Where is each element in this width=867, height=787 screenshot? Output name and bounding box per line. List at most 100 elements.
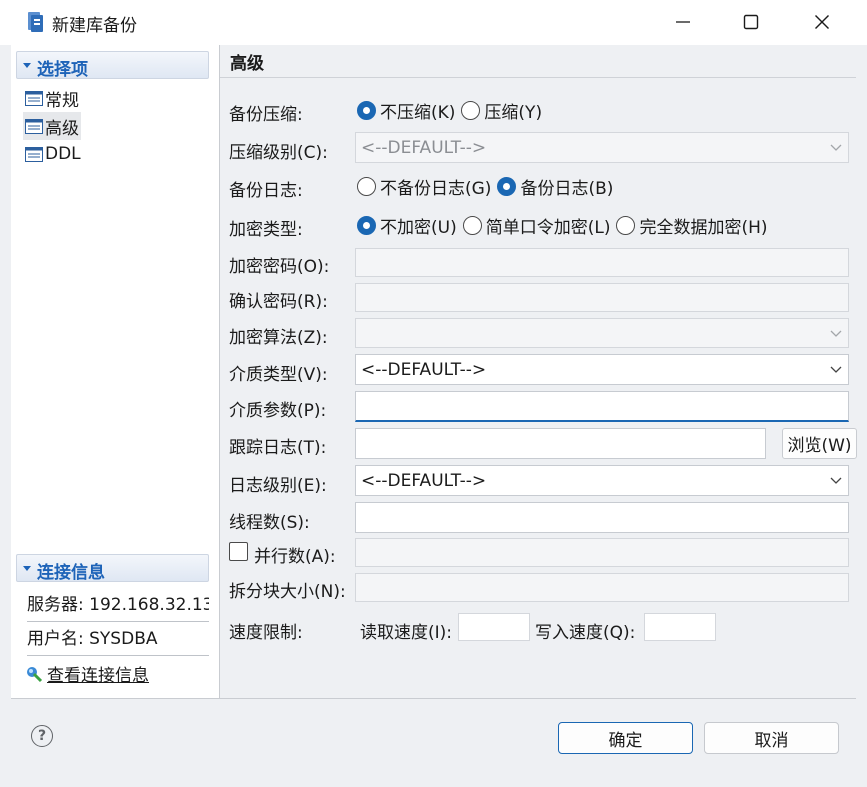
- window-title: 新建库备份: [52, 16, 137, 36]
- connection-section-header[interactable]: 连接信息: [16, 554, 209, 583]
- nav-item-label: 常规: [45, 90, 79, 111]
- radio-selected-icon: [497, 176, 517, 196]
- title-divider: [220, 77, 856, 78]
- chevron-down-icon: [830, 330, 842, 337]
- dialog-client-area: 选择项 常规 高级 DDL 连接信息 服务器: 192.168.32.13 用户…: [11, 45, 857, 775]
- view-connection-link-label: 查看连接信息: [47, 666, 149, 686]
- connection-header-label: 连接信息: [37, 563, 105, 583]
- maximize-button[interactable]: [728, 4, 774, 40]
- media-type-value: <--DEFAULT-->: [361, 360, 487, 380]
- media-params-label: 介质参数(P):: [229, 401, 327, 421]
- minimize-button[interactable]: [660, 4, 706, 40]
- radio-label: 不备份日志(G): [380, 178, 492, 199]
- connection-info-icon: [27, 666, 43, 682]
- ok-button[interactable]: 确定: [558, 722, 693, 754]
- radio-label: 不加密(U): [380, 217, 457, 238]
- user-info: 用户名: SYSDBA: [27, 622, 209, 656]
- media-type-select[interactable]: <--DEFAULT-->: [355, 354, 849, 385]
- split-size-input[interactable]: [355, 573, 849, 602]
- radio-full-encrypt[interactable]: 完全数据加密(H): [616, 213, 768, 238]
- radio-label: 完全数据加密(H): [639, 217, 768, 238]
- threads-input[interactable]: [355, 502, 849, 533]
- radio-simple-encrypt[interactable]: 简单口令加密(L): [462, 213, 611, 238]
- browse-button[interactable]: 浏览(W): [782, 428, 857, 459]
- dialog-window: 新建库备份 选择项 常规 高级 DDL 连接信息 服务器: 192.168.32…: [0, 0, 867, 787]
- speed-limit-label: 速度限制:: [229, 623, 303, 643]
- radio-unselected-icon: [462, 215, 482, 235]
- collapse-triangle-icon: [23, 63, 31, 68]
- media-type-label: 介质类型(V):: [229, 365, 328, 385]
- encrypt-password-label: 加密密码(O):: [229, 257, 330, 277]
- advanced-options-panel: 高级 备份压缩: 不压缩(K) 压缩(Y) 压缩级别(C): <--DEFAUL…: [220, 45, 857, 698]
- options-header-label: 选择项: [37, 60, 88, 80]
- log-level-label: 日志级别(E):: [229, 476, 327, 496]
- nav-item-advanced[interactable]: 高级: [23, 112, 81, 140]
- read-speed-label: 读取速度(I):: [360, 623, 453, 643]
- radio-no-encrypt[interactable]: 不加密(U): [357, 213, 457, 238]
- encrypt-algorithm-label: 加密算法(Z):: [229, 328, 328, 348]
- page-icon: [25, 146, 43, 162]
- parallel-checkbox[interactable]: [229, 542, 248, 561]
- radio-unselected-icon: [616, 215, 636, 235]
- view-connection-link[interactable]: 查看连接信息: [25, 661, 149, 686]
- backup-log-label: 备份日志:: [229, 181, 303, 201]
- radio-label: 备份日志(B): [520, 178, 614, 199]
- compress-level-label: 压缩级别(C):: [229, 143, 328, 163]
- radio-selected-icon: [357, 215, 376, 235]
- radio-unselected-icon: [461, 100, 481, 120]
- radio-backup-log[interactable]: 备份日志(B): [497, 174, 613, 199]
- left-panel: 选择项 常规 高级 DDL 连接信息 服务器: 192.168.32.13 用户…: [11, 45, 220, 698]
- confirm-password-field[interactable]: [355, 283, 849, 312]
- close-button[interactable]: [799, 4, 845, 40]
- database-backup-icon: [28, 12, 43, 32]
- nav-item-general[interactable]: 常规: [23, 84, 81, 112]
- split-size-label: 拆分块大小(N):: [229, 582, 346, 602]
- radio-selected-icon: [357, 100, 376, 120]
- compress-label: 备份压缩:: [229, 105, 303, 125]
- chevron-down-icon: [830, 144, 842, 151]
- radio-label: 简单口令加密(L): [485, 217, 611, 238]
- radio-label: 不压缩(K): [380, 102, 456, 123]
- chevron-down-icon: [830, 477, 842, 484]
- radio-no-compress[interactable]: 不压缩(K): [357, 98, 455, 123]
- options-section-header[interactable]: 选择项: [16, 51, 209, 80]
- cancel-button[interactable]: 取消: [704, 722, 839, 754]
- encrypt-password-field[interactable]: [355, 248, 849, 277]
- media-params-input[interactable]: [355, 391, 849, 422]
- chevron-down-icon: [830, 366, 842, 373]
- close-icon: [815, 15, 829, 29]
- threads-label: 线程数(S):: [229, 513, 310, 533]
- parallel-input[interactable]: [355, 538, 849, 567]
- nav-item-label: DDL: [45, 144, 81, 164]
- encrypt-type-radio-group: 不加密(U) 简单口令加密(L) 完全数据加密(H): [357, 211, 774, 239]
- trace-log-input[interactable]: [355, 428, 766, 459]
- trace-log-label: 跟踪日志(T):: [229, 438, 327, 458]
- server-info: 服务器: 192.168.32.13: [27, 588, 209, 622]
- read-speed-input[interactable]: [458, 613, 530, 641]
- minimize-icon: [676, 21, 690, 23]
- encrypt-type-label: 加密类型:: [229, 220, 303, 240]
- collapse-triangle-icon: [23, 566, 31, 571]
- compress-radio-group: 不压缩(K) 压缩(Y): [357, 96, 548, 124]
- help-icon[interactable]: ?: [31, 725, 53, 747]
- compress-level-select[interactable]: <--DEFAULT-->: [355, 132, 849, 163]
- radio-compress[interactable]: 压缩(Y): [461, 98, 542, 123]
- log-level-value: <--DEFAULT-->: [361, 471, 487, 491]
- confirm-password-label: 确认密码(R):: [229, 292, 328, 312]
- compress-level-value: <--DEFAULT-->: [361, 138, 487, 158]
- page-icon: [25, 90, 43, 106]
- nav-item-label: 高级: [45, 118, 79, 139]
- radio-no-backup-log[interactable]: 不备份日志(G): [357, 174, 491, 199]
- nav-item-ddl[interactable]: DDL: [23, 140, 83, 168]
- title-bar: 新建库备份: [0, 0, 867, 45]
- page-icon: [25, 118, 43, 134]
- panel-title: 高级: [230, 54, 264, 74]
- write-speed-input[interactable]: [644, 613, 716, 641]
- write-speed-label: 写入速度(Q):: [535, 623, 636, 643]
- encrypt-algorithm-select[interactable]: [355, 318, 849, 348]
- radio-unselected-icon: [357, 176, 376, 196]
- parallel-label: 并行数(A):: [254, 547, 336, 567]
- backup-log-radio-group: 不备份日志(G) 备份日志(B): [357, 172, 619, 200]
- maximize-icon: [743, 14, 759, 30]
- log-level-select[interactable]: <--DEFAULT-->: [355, 465, 849, 496]
